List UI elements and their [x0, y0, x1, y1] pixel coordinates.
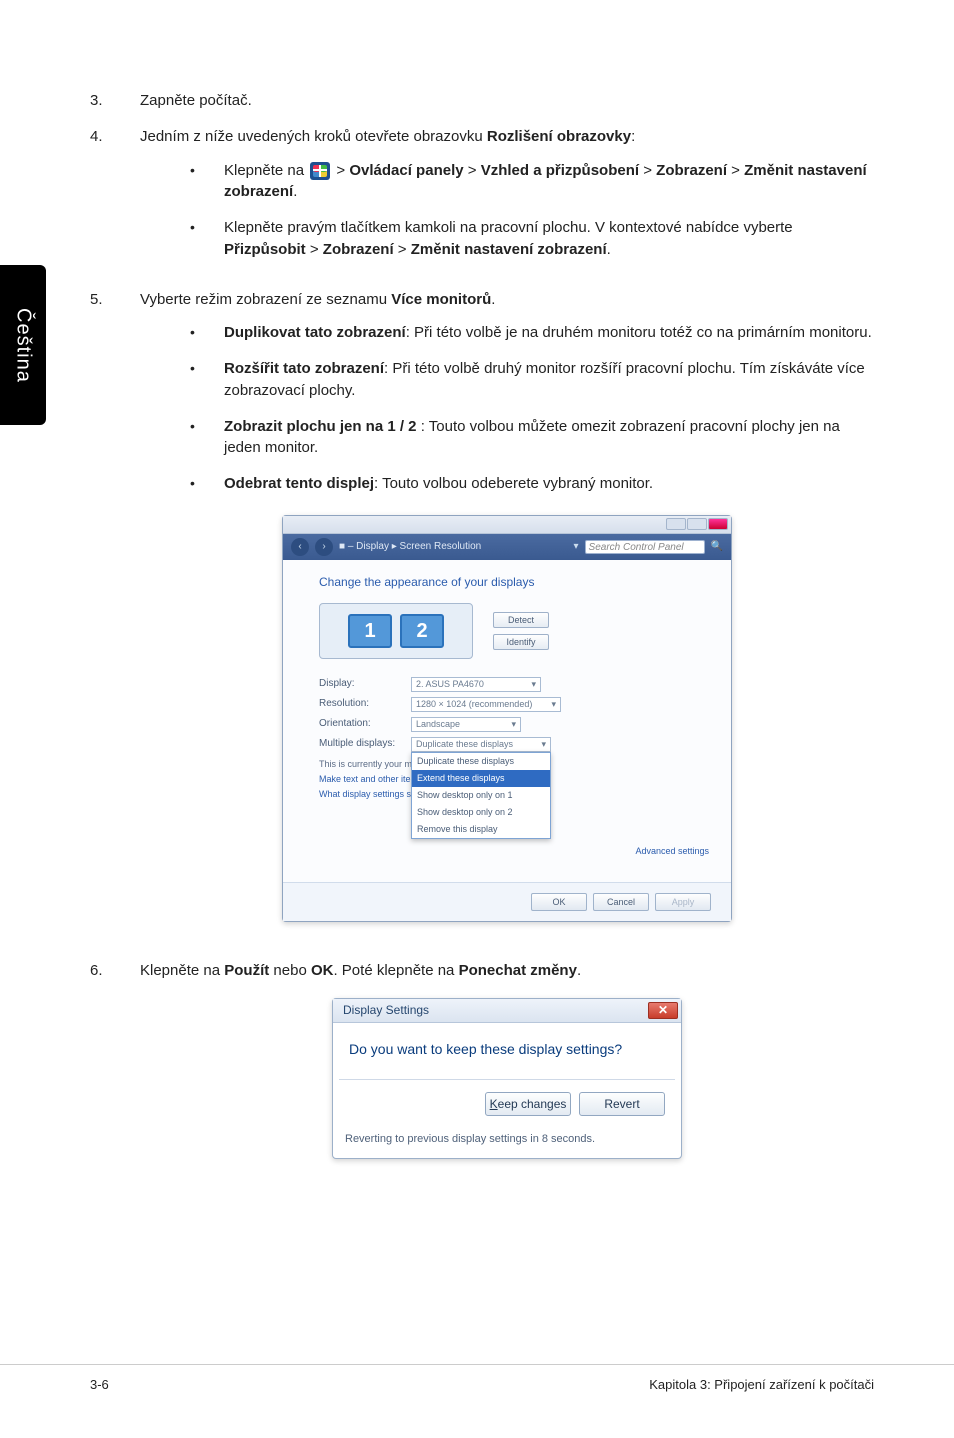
step-text: Zapněte počítač. — [140, 90, 874, 112]
step-text: Vyberte režim zobrazení ze seznamu Více … — [140, 291, 495, 308]
bullet-text: Klepněte na > Ovládací panely > Vzhled a… — [224, 160, 874, 204]
step-number: 5. — [90, 289, 140, 947]
search-icon[interactable]: 🔍 — [711, 540, 723, 555]
dropdown-option[interactable]: Extend these displays — [412, 770, 550, 787]
page-footer: 3-6 Kapitola 3: Připojení zařízení k poč… — [0, 1364, 954, 1392]
monitor-2[interactable]: 2 — [400, 614, 444, 648]
dropdown-option[interactable]: Duplicate these displays — [412, 753, 550, 770]
dialog-question: Do you want to keep these display settin… — [333, 1023, 681, 1079]
dropdown-option[interactable]: Show desktop only on 2 — [412, 804, 550, 821]
step-text: Jedním z níže uvedených kroků otevřete o… — [140, 128, 635, 145]
breadcrumb-bar: ‹ › ■ – Display ▸ Screen Resolution ▾ Se… — [283, 534, 731, 560]
resolution-label: Resolution: — [319, 697, 401, 712]
minimize-button[interactable] — [666, 518, 686, 530]
keep-changes-button[interactable]: Keep changes — [485, 1092, 571, 1116]
page-body: 3. Zapněte počítač. 4. Jedním z níže uve… — [0, 0, 954, 1159]
cancel-button[interactable]: Cancel — [593, 893, 649, 911]
revert-button[interactable]: Revert — [579, 1092, 665, 1116]
titlebar: Display Settings ✕ — [333, 999, 681, 1023]
monitor-preview[interactable]: 1 2 — [319, 603, 473, 659]
forward-button[interactable]: › — [315, 538, 333, 556]
multiple-displays-label: Multiple displays: — [319, 737, 401, 752]
language-tab: Čeština — [0, 265, 46, 425]
multiple-displays-menu: Duplicate these displays Extend these di… — [411, 752, 551, 839]
identify-button[interactable]: Identify — [493, 634, 549, 650]
dialog-title: Display Settings — [343, 1002, 429, 1019]
dialog-heading: Change the appearance of your displays — [319, 574, 709, 591]
step-number: 4. — [90, 126, 140, 275]
orientation-dropdown[interactable]: Landscape▾ — [411, 717, 521, 732]
bullet-marker: • — [190, 473, 224, 495]
step-number: 3. — [90, 90, 140, 112]
bullet-marker: • — [190, 416, 224, 460]
multiple-displays-dropdown[interactable]: Duplicate these displays▾ — [411, 737, 551, 752]
breadcrumb[interactable]: ■ – Display ▸ Screen Resolution — [339, 540, 568, 555]
close-button[interactable]: ✕ — [648, 1002, 678, 1019]
ok-button[interactable]: OK — [531, 893, 587, 911]
step-text: Klepněte na Použít nebo OK. Poté klepnět… — [140, 962, 581, 979]
display-label: Display: — [319, 677, 401, 692]
orientation-label: Orientation: — [319, 717, 401, 732]
page-number: 3-6 — [90, 1377, 109, 1392]
bullet-marker: • — [190, 358, 224, 402]
chapter-title: Kapitola 3: Připojení zařízení k počítač… — [649, 1377, 874, 1392]
countdown-text: Reverting to previous display settings i… — [333, 1128, 681, 1158]
start-icon — [310, 162, 330, 180]
display-settings-dialog: Display Settings ✕ Do you want to keep t… — [332, 998, 682, 1159]
bullet-marker: • — [190, 160, 224, 204]
apply-button[interactable]: Apply — [655, 893, 711, 911]
monitor-1[interactable]: 1 — [348, 614, 392, 648]
maximize-button[interactable] — [687, 518, 707, 530]
back-button[interactable]: ‹ — [291, 538, 309, 556]
bullet-text: Rozšířit tato zobrazení: Při této volbě … — [224, 358, 874, 402]
detect-button[interactable]: Detect — [493, 612, 549, 628]
step-number: 6. — [90, 960, 140, 1159]
display-dropdown[interactable]: 2. ASUS PA4670▾ — [411, 677, 541, 692]
bullet-text: Duplikovat tato zobrazení: Při této volb… — [224, 322, 874, 344]
dropdown-option[interactable]: Remove this display — [412, 821, 550, 838]
titlebar — [283, 516, 731, 534]
advanced-settings-link[interactable]: Advanced settings — [319, 845, 709, 858]
bullet-marker: • — [190, 322, 224, 344]
bullet-text: Klepněte pravým tlačítkem kamkoli na pra… — [224, 217, 874, 261]
search-input[interactable]: Search Control Panel — [585, 540, 705, 554]
bullet-marker: • — [190, 217, 224, 261]
resolution-dropdown[interactable]: 1280 × 1024 (recommended)▾ — [411, 697, 561, 712]
screen-resolution-dialog: ‹ › ■ – Display ▸ Screen Resolution ▾ Se… — [282, 515, 732, 923]
bullet-text: Zobrazit plochu jen na 1 / 2 : Touto vol… — [224, 416, 874, 460]
dropdown-option[interactable]: Show desktop only on 1 — [412, 787, 550, 804]
close-button[interactable] — [708, 518, 728, 530]
bullet-text: Odebrat tento displej: Touto volbou odeb… — [224, 473, 874, 495]
